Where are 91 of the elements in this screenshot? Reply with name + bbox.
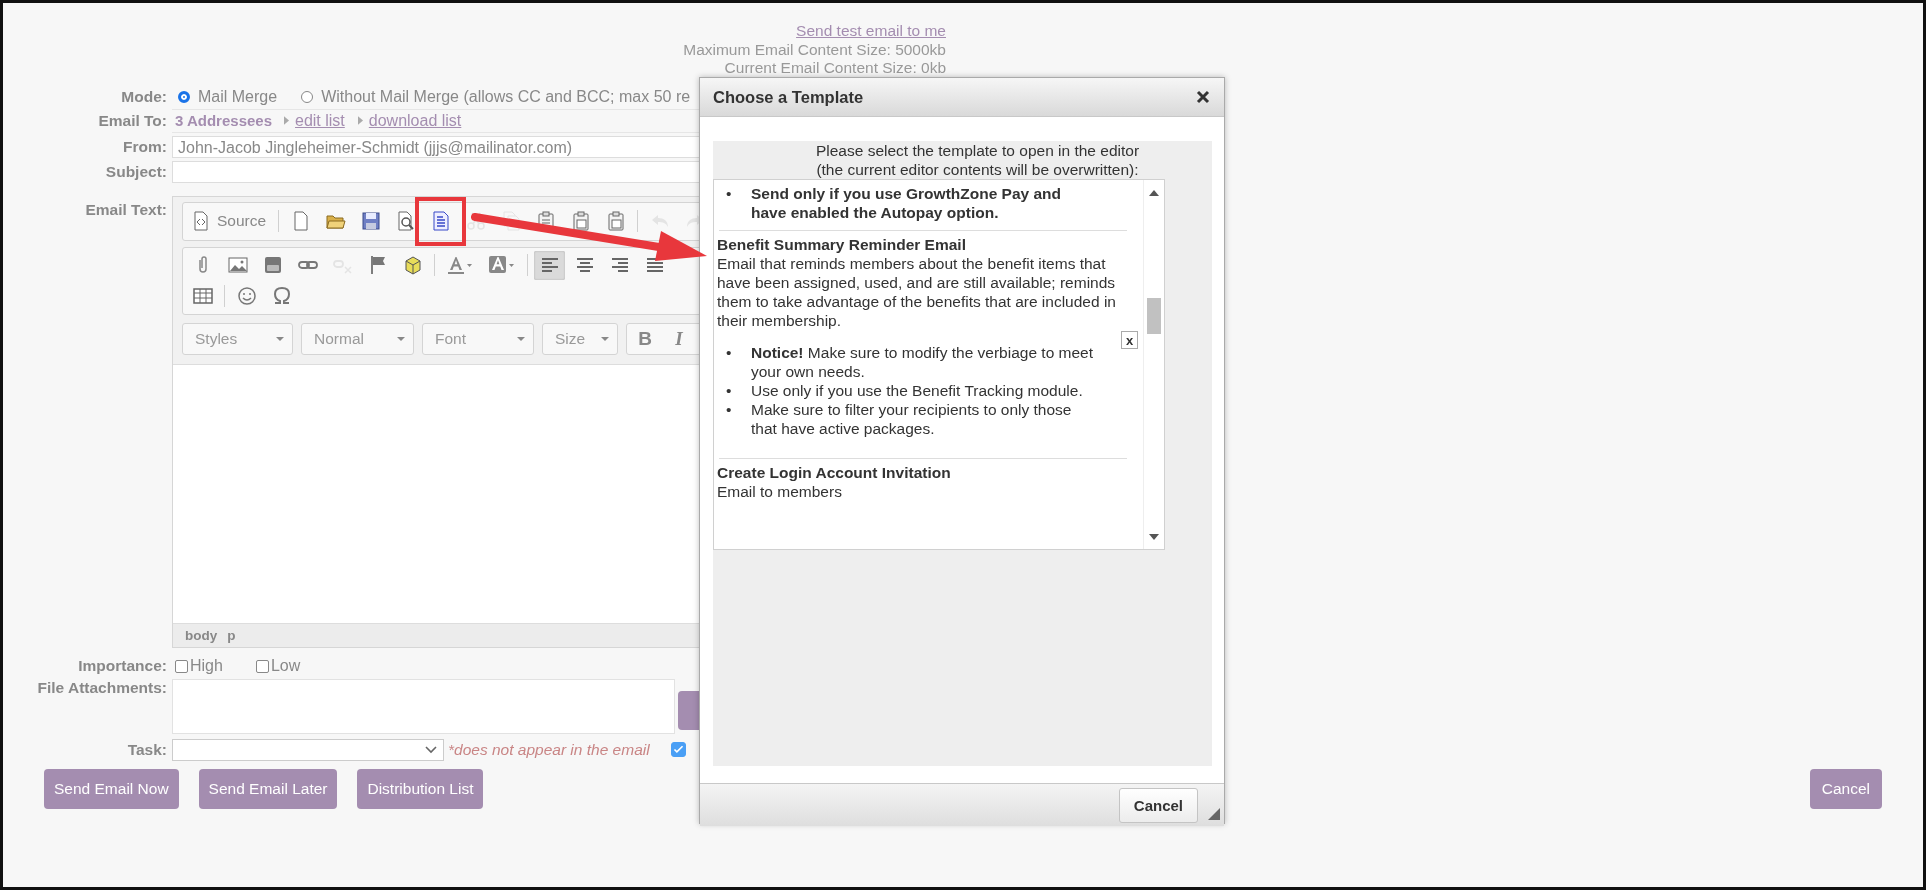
checkbox[interactable]	[670, 742, 686, 757]
omega-icon	[271, 286, 292, 306]
template-title[interactable]: Benefit Summary Reminder Email	[717, 235, 1143, 254]
template-description: Email that reminds members about the benefit items that have been assigned, used, and are still available; reminds them to take advantage of the benefits that are included in their membership.	[717, 254, 1117, 330]
triangle-icon	[357, 116, 363, 125]
max-size-text: Maximum Email Content Size: 5000kb	[683, 40, 946, 59]
format-button[interactable]: I	[665, 327, 693, 350]
element-path-link[interactable]: body	[185, 627, 218, 643]
align-right-icon	[609, 255, 630, 275]
radio-label: Mail Merge	[198, 87, 278, 106]
field-label: Subject:	[104, 162, 167, 181]
template-title[interactable]: Create Login Account Invitation	[717, 463, 1143, 482]
checkmark-icon	[671, 743, 685, 756]
scroll-thumb[interactable]	[1147, 298, 1161, 334]
chevron-down-icon	[425, 745, 437, 754]
template-note: Use only if you use the Benefit Tracking module.	[751, 381, 1084, 400]
scroll-down-icon[interactable]	[1149, 534, 1159, 540]
instruction-text: (the current editor contents will be overwritten):	[816, 160, 1139, 179]
scroll-up-icon[interactable]	[1149, 190, 1159, 196]
clipboard-icon	[605, 211, 626, 231]
checkbox[interactable]	[175, 659, 188, 673]
code-page-icon	[191, 211, 211, 231]
align-button[interactable]	[534, 250, 565, 280]
action-button[interactable]: Send Email Now	[44, 768, 179, 809]
field-label: Task:	[126, 740, 167, 759]
field-label: From:	[122, 137, 167, 156]
checkbox[interactable]	[255, 659, 269, 673]
caret-icon	[276, 336, 284, 341]
subject-field[interactable]	[172, 160, 699, 183]
format-dropdown[interactable]: Size	[542, 322, 618, 355]
caret-icon	[517, 336, 525, 341]
checkbox-label: Low	[270, 657, 301, 675]
background-color-icon	[488, 255, 516, 275]
from-field[interactable]: John-Jacob Jingleheimer-Schmidt (jjjs@mailinator.com)	[172, 135, 699, 158]
close-icon[interactable]	[1196, 90, 1210, 104]
text-color-icon	[446, 255, 474, 275]
instruction-text: Please select the template to open in the editor	[815, 141, 1140, 160]
template-list[interactable]	[713, 179, 1165, 550]
action-button[interactable]: Send Email Later	[198, 768, 338, 809]
clipboard-icon	[570, 211, 591, 231]
radio-button[interactable]	[301, 90, 314, 103]
bullet-mark: •	[726, 400, 733, 419]
addressee-count: 3 Addressees	[175, 112, 272, 129]
element-path-link[interactable]: p	[227, 627, 236, 643]
format-dropdown[interactable]: Normal	[301, 322, 414, 355]
bullet-mark: •	[726, 343, 733, 362]
cancel-button[interactable]: Cancel	[1118, 787, 1198, 823]
resize-grip-icon[interactable]	[1208, 808, 1220, 820]
cube-icon	[402, 255, 423, 275]
source-button[interactable]: Source	[187, 206, 273, 236]
field-label: Email To:	[97, 111, 167, 130]
field-label: Importance:	[77, 657, 167, 675]
image-icon	[227, 255, 248, 275]
cancel-button[interactable]: Cancel	[1809, 768, 1882, 809]
dismiss-button[interactable]: x	[1121, 331, 1138, 349]
template-note: Send only if you use GrowthZone Pay and have enabled the Autopay option.	[751, 184, 1063, 222]
caret-icon	[601, 336, 609, 341]
table-icon	[192, 286, 213, 306]
smiley-icon	[236, 286, 257, 306]
task-note: *does not appear in the email	[448, 740, 650, 759]
triangle-icon	[284, 116, 289, 125]
checkbox-label: High	[190, 657, 223, 675]
pages-icon	[500, 211, 521, 231]
field-label: File Attachments:	[36, 678, 167, 697]
bullet-mark: •	[726, 184, 733, 203]
field-label: Mode:	[120, 87, 167, 106]
video-icon	[262, 255, 283, 275]
dialog-title: Choose a Template	[713, 87, 864, 107]
align-left-icon	[539, 255, 560, 275]
align-center-icon	[574, 255, 595, 275]
format-button[interactable]: B	[631, 327, 659, 350]
field-label: Email Text:	[84, 200, 167, 219]
bullet-mark: •	[726, 381, 733, 400]
attachments-field[interactable]	[172, 678, 675, 734]
format-dropdown[interactable]: Styles	[182, 322, 293, 355]
page-magnifier-icon	[395, 211, 416, 231]
scissors-icon	[465, 211, 486, 231]
list-link[interactable]: download list	[368, 111, 462, 130]
list-link[interactable]: edit list	[295, 111, 345, 130]
template-note: Make sure to filter your recipients to only those that have active packages.	[751, 400, 1073, 438]
scrollbar[interactable]	[1143, 180, 1164, 549]
current-size-text: Current Email Content Size: 0kb	[724, 59, 946, 78]
template-description: Email to members	[717, 482, 843, 501]
format-dropdown[interactable]: Font	[422, 322, 534, 355]
caret-icon	[397, 336, 405, 341]
template-note: Notice! Make sure to modify the verbiage to meet your own needs.	[751, 343, 1095, 381]
radio-button[interactable]	[178, 90, 190, 103]
action-button[interactable]: Distribution List	[357, 768, 484, 809]
document-lines-icon	[430, 211, 451, 231]
radio-label: Without Mail Merge (allows CC and BCC; max 50 re	[321, 87, 691, 106]
send-test-email-link[interactable]: Send test email to me	[796, 22, 946, 41]
